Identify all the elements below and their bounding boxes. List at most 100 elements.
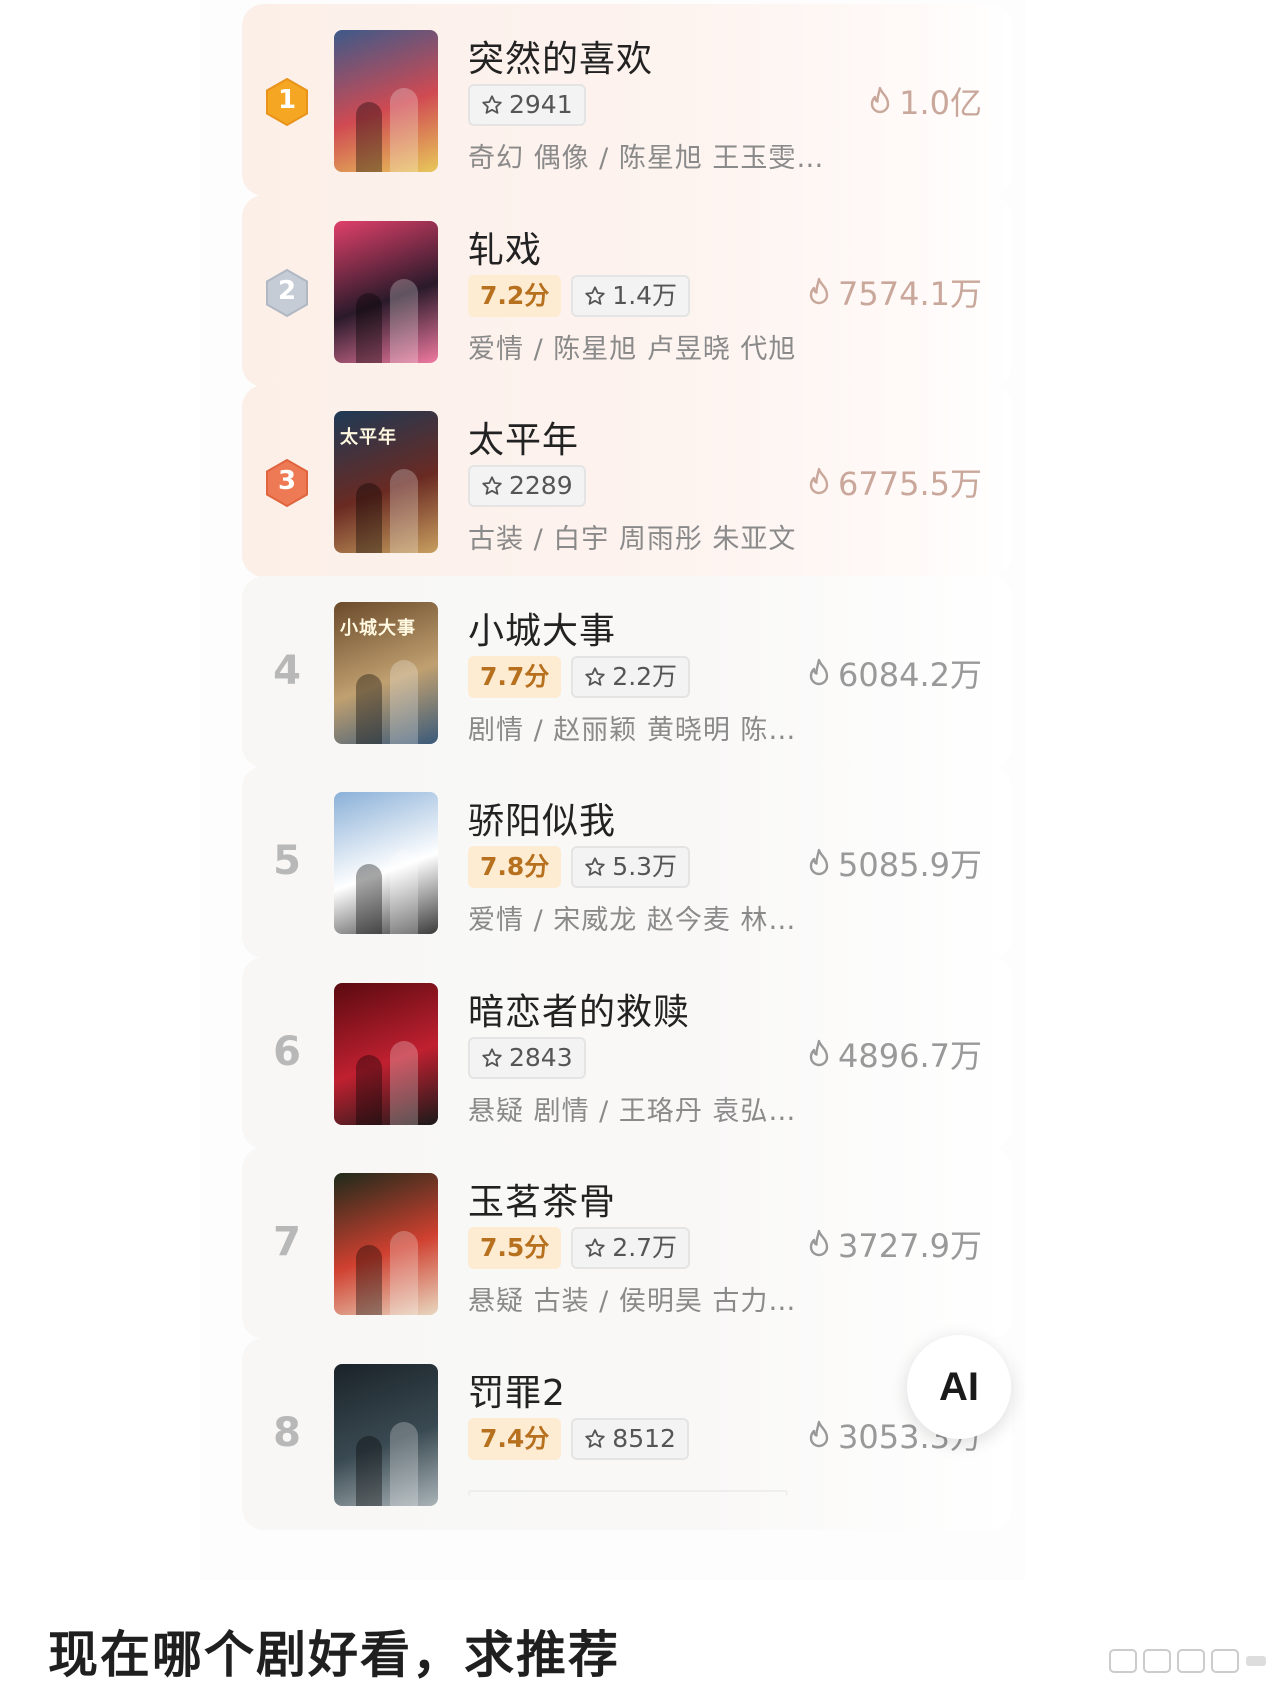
rank-number: 1 xyxy=(277,85,297,115)
poster-image[interactable] xyxy=(334,30,438,172)
list-item[interactable]: 6 暗恋者的救赎 2843 悬疑 剧情 / 王珞丹 袁弘… 4896.7万 xyxy=(242,956,1012,1149)
show-title[interactable]: 玉茗茶骨 xyxy=(468,1173,616,1225)
rank-number: 2 xyxy=(277,275,297,306)
heat-value: 4896.7万 xyxy=(838,1036,982,1075)
heat-index: 1.0亿 xyxy=(867,78,982,124)
tag-row: 7.8分 5.3万 xyxy=(468,846,691,888)
poster-image[interactable] xyxy=(334,982,438,1125)
star-icon xyxy=(585,1428,606,1448)
tag-row: 2941 xyxy=(468,84,586,126)
heat-index: 4896.7万 xyxy=(806,1031,982,1077)
favorites-badge: 2.7万 xyxy=(571,1227,691,1269)
favorites-badge: 2941 xyxy=(468,84,586,126)
favorites-count: 2843 xyxy=(509,1042,573,1072)
show-title[interactable]: 暗恋者的救赎 xyxy=(468,983,690,1035)
star-icon xyxy=(482,1047,502,1067)
heat-value: 7574.1万 xyxy=(838,274,982,313)
genre-cast: 悬疑 古装 / 侯明昊 古力… xyxy=(468,1286,797,1317)
rank-medal-icon: 2 xyxy=(264,268,310,318)
star-icon xyxy=(585,857,606,876)
more-dots-icon[interactable] xyxy=(1108,1648,1268,1674)
flame-icon xyxy=(809,1039,829,1066)
star-icon xyxy=(482,95,502,114)
star-icon xyxy=(482,476,502,495)
rank-number: 7 xyxy=(273,1219,301,1265)
heat-index: 7574.1万 xyxy=(806,269,982,315)
score-badge: 7.2分 xyxy=(468,274,562,317)
list-item[interactable]: 4 小城大事 小城大事 7.7分 2.2万 剧情 / 赵丽颖 黄晓明 陈… 6084.2万 xyxy=(242,575,1012,768)
flame-icon xyxy=(870,86,890,114)
list-item[interactable]: 2 轧戏 7.2分 1.4万爱情 / 陈星旭 卢昱晓 代旭 7574.1万 xyxy=(242,194,1012,387)
tag-row: 7.7分 2.2万 xyxy=(468,655,691,698)
ai-assistant-button[interactable]: AI xyxy=(907,1335,1011,1439)
score-badge: 7.7分 xyxy=(468,655,562,698)
poster-title: 小城大事 xyxy=(340,617,416,639)
heat-index: 3727.9万 xyxy=(806,1221,982,1267)
flame-icon xyxy=(809,658,829,685)
rank-number: 3 xyxy=(277,466,297,496)
favorites-badge: 2289 xyxy=(468,465,586,507)
heat-value: 6775.5万 xyxy=(838,465,982,503)
flame-icon xyxy=(809,848,829,876)
list-item[interactable]: 8 罚罪2 7.4分 8512 3053.3万 xyxy=(242,1337,1012,1530)
show-title[interactable]: 太平年 xyxy=(468,411,579,463)
rank-number: 6 xyxy=(273,1028,301,1075)
favorites-count: 1.4万 xyxy=(612,280,678,310)
heat-index: 5085.9万 xyxy=(806,840,982,886)
list-item[interactable]: 3 太平年 太平年 2289 古装 / 白宇 周雨彤 朱亚文 6775.5万 xyxy=(242,385,1012,577)
flame-icon xyxy=(809,1229,829,1257)
poster-image[interactable] xyxy=(334,792,438,934)
list-item[interactable]: 7 玉茗茶骨 7.5分 2.7万悬疑 古装 / 侯明昊 古力… 3727.9万 xyxy=(242,1147,1012,1339)
show-title[interactable]: 轧戏 xyxy=(468,221,542,273)
show-title[interactable]: 突然的喜欢 xyxy=(468,30,653,82)
poster-image[interactable] xyxy=(334,1363,438,1506)
post-caption: 现在哪个剧好看，求推荐 xyxy=(48,1626,620,1684)
favorites-badge: 1.4万 xyxy=(571,274,691,317)
heat-value: 3727.9万 xyxy=(838,1227,982,1265)
poster-title: 太平年 xyxy=(340,427,397,448)
favorites-count: 2289 xyxy=(509,471,573,500)
poster-image[interactable] xyxy=(334,220,438,363)
genre-cast: 爱情 / 宋威龙 赵今麦 林… xyxy=(468,905,797,936)
list-item[interactable]: 5 骄阳似我 7.8分 5.3万爱情 / 宋威龙 赵今麦 林… 5085.9万 xyxy=(242,766,1012,958)
score-badge: 7.8分 xyxy=(468,846,562,888)
genre-cast: 奇幻 偶像 / 陈星旭 王玉雯… xyxy=(468,143,825,174)
favorites-badge: 5.3万 xyxy=(571,846,691,888)
genre-cast: 古装 / 白宇 周雨彤 朱亚文 xyxy=(468,524,797,555)
favorites-badge: 8512 xyxy=(571,1417,689,1460)
poster-image[interactable]: 太平年 xyxy=(334,411,438,553)
tag-row: 7.2分 1.4万 xyxy=(468,274,691,317)
flame-icon xyxy=(809,1420,829,1447)
heat-index: 6084.2万 xyxy=(806,650,982,696)
tag-placeholder xyxy=(468,1489,788,1496)
flame-icon xyxy=(809,467,829,495)
show-title[interactable]: 小城大事 xyxy=(468,602,616,654)
heat-value: 1.0亿 xyxy=(899,84,982,122)
rank-number: 5 xyxy=(273,838,301,884)
star-icon xyxy=(585,1238,606,1257)
heat-value: 5085.9万 xyxy=(838,846,982,884)
favorites-count: 8512 xyxy=(612,1423,676,1453)
flame-icon xyxy=(809,277,829,304)
tag-row: 2843 xyxy=(468,1036,586,1079)
star-icon xyxy=(585,285,606,305)
poster-image[interactable]: 小城大事 xyxy=(334,601,438,744)
rank-number: 4 xyxy=(273,647,301,694)
tag-row: 7.4分 8512 xyxy=(468,1417,689,1460)
heat-value: 6084.2万 xyxy=(838,655,982,694)
favorites-count: 5.3万 xyxy=(612,852,678,881)
show-title[interactable]: 骄阳似我 xyxy=(468,792,616,844)
tag-row: 7.5分 2.7万 xyxy=(468,1227,691,1269)
genre-cast: 悬疑 剧情 / 王珞丹 袁弘… xyxy=(468,1095,797,1127)
genre-cast: 爱情 / 陈星旭 卢昱晓 代旭 xyxy=(468,333,797,365)
favorites-count: 2.7万 xyxy=(612,1233,678,1262)
favorites-badge: 2.2万 xyxy=(571,655,691,698)
score-badge: 7.5分 xyxy=(468,1227,562,1269)
ranking-list: 1 突然的喜欢 2941 奇幻 偶像 / 陈星旭 王玉雯… 1.0亿 2 轧戏 7.2分 1.4… xyxy=(200,0,1025,1580)
favorites-badge: 2843 xyxy=(468,1036,586,1079)
heat-index: 6775.5万 xyxy=(806,459,982,505)
show-title[interactable]: 罚罪2 xyxy=(468,1364,566,1416)
list-item[interactable]: 1 突然的喜欢 2941 奇幻 偶像 / 陈星旭 王玉雯… 1.0亿 xyxy=(242,4,1012,196)
poster-image[interactable] xyxy=(334,1173,438,1315)
score-badge: 7.4分 xyxy=(468,1417,562,1460)
